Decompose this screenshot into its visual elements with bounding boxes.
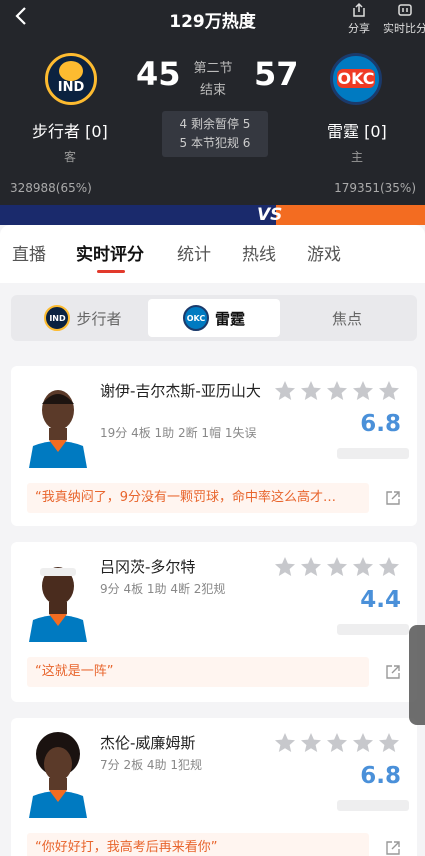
timeouts-line: 4 剩余暂停 5 bbox=[179, 117, 251, 131]
player-rating: 6.8 bbox=[360, 411, 401, 437]
player-avatar bbox=[25, 730, 91, 818]
period-status: 结束 bbox=[199, 83, 226, 98]
star-icon[interactable] bbox=[273, 731, 297, 755]
switch-focus[interactable]: 焦点 bbox=[283, 299, 411, 337]
player-stats: 19分 4板 1助 2断 1帽 1失误 bbox=[100, 426, 257, 440]
vs-label: VS bbox=[257, 205, 283, 225]
star-icon[interactable] bbox=[351, 555, 375, 579]
live-score-label: 实时比分 bbox=[383, 22, 425, 35]
away-score: 45 bbox=[136, 55, 181, 93]
star-icon[interactable] bbox=[273, 555, 297, 579]
pacers-mini-logo: IND bbox=[44, 305, 71, 331]
home-team-name: 雷霆 [0] bbox=[327, 122, 387, 141]
share-icon bbox=[353, 2, 365, 17]
external-link-icon[interactable] bbox=[385, 664, 401, 680]
switch-thunder-label: 雷霆 bbox=[214, 309, 245, 328]
away-vote-bar bbox=[0, 205, 277, 225]
player-stats: 7分 2板 4助 1犯规 bbox=[100, 758, 202, 772]
rating-stars[interactable] bbox=[273, 731, 401, 755]
tab-live[interactable]: 直播 bbox=[12, 240, 46, 265]
player-card[interactable]: 谢伊-吉尔杰斯-亚历山大 19分 4板 1助 2断 1帽 1失误 6.8 “我真… bbox=[11, 366, 417, 526]
hot-comment[interactable]: “你好好打，我高考后再来看你” bbox=[27, 833, 369, 856]
star-icon[interactable] bbox=[273, 379, 297, 403]
star-icon[interactable] bbox=[351, 731, 375, 755]
active-tab-indicator bbox=[97, 270, 125, 273]
tab-games[interactable]: 游戏 bbox=[307, 240, 341, 265]
rating-stars[interactable] bbox=[273, 555, 401, 579]
switch-pacers-label: 步行者 bbox=[76, 309, 122, 328]
player-rating: 6.8 bbox=[360, 763, 401, 789]
star-icon[interactable] bbox=[351, 379, 375, 403]
tab-stats[interactable]: 统计 bbox=[177, 240, 211, 265]
external-link-icon[interactable] bbox=[385, 490, 401, 506]
switch-thunder[interactable]: OKC 雷霆 bbox=[148, 299, 280, 337]
star-icon[interactable] bbox=[299, 379, 323, 403]
player-name: 杰伦-威廉姆斯 bbox=[100, 734, 196, 752]
external-link-icon[interactable] bbox=[385, 840, 401, 856]
tab-live-rating[interactable]: 实时评分 bbox=[76, 240, 144, 265]
hot-comment[interactable]: “这就是一阵” bbox=[27, 657, 369, 687]
player-avatar bbox=[25, 554, 91, 642]
fouls-line: 5 本节犯规 6 bbox=[179, 136, 251, 150]
star-icon[interactable] bbox=[325, 379, 349, 403]
scoreboard-icon bbox=[398, 4, 412, 16]
game-header: 129万热度 分享 实时比分 IND OKC 45 57 第二节 结束 步行者 … bbox=[0, 0, 425, 205]
rating-stars[interactable] bbox=[273, 379, 401, 403]
star-icon[interactable] bbox=[377, 555, 401, 579]
share-label: 分享 bbox=[348, 22, 370, 35]
star-icon[interactable] bbox=[325, 731, 349, 755]
share-button[interactable]: 分享 bbox=[344, 2, 374, 36]
vote-split-bar: VS bbox=[0, 205, 425, 225]
player-name: 吕冈茨-多尔特 bbox=[100, 558, 196, 576]
pacers-logo[interactable]: IND bbox=[45, 53, 97, 105]
player-rating: 4.4 bbox=[360, 587, 401, 613]
away-team-name: 步行者 [0] bbox=[32, 122, 108, 141]
star-icon[interactable] bbox=[299, 555, 323, 579]
live-score-button[interactable]: 实时比分 bbox=[379, 2, 425, 36]
content-panel: 直播 实时评分 统计 热线 游戏 IND 步行者 OKC 雷霆 焦点 谢伊-吉尔… bbox=[0, 225, 425, 856]
away-side-label: 客 bbox=[64, 150, 77, 164]
player-name: 谢伊-吉尔杰斯-亚历山大 bbox=[100, 382, 261, 400]
home-vote-count: 179351(35%) bbox=[334, 181, 416, 195]
away-vote-count: 328988(65%) bbox=[10, 181, 92, 195]
home-score: 57 bbox=[254, 55, 299, 93]
tab-hotline[interactable]: 热线 bbox=[242, 240, 276, 265]
pacers-logo-text: IND bbox=[57, 80, 85, 95]
switch-focus-label: 焦点 bbox=[331, 309, 362, 328]
thunder-logo-text: OKC bbox=[337, 69, 375, 88]
game-info-box: 4 剩余暂停 5 5 本节犯规 6 bbox=[162, 111, 268, 157]
player-stats: 9分 4板 1助 4断 2犯规 bbox=[100, 582, 226, 596]
switch-pacers[interactable]: IND 步行者 bbox=[19, 299, 147, 337]
hot-comment[interactable]: “我真纳闷了，9分没有一颗罚球，命中率这么高才… bbox=[27, 483, 369, 513]
player-card[interactable]: 吕冈茨-多尔特 9分 4板 1助 4断 2犯规 4.4 “这就是一阵” bbox=[11, 542, 417, 702]
star-icon[interactable] bbox=[377, 731, 401, 755]
player-card[interactable]: 杰伦-威廉姆斯 7分 2板 4助 1犯规 6.8 “你好好打，我高考后再来看你” bbox=[11, 718, 417, 856]
thunder-logo[interactable]: OKC bbox=[330, 53, 382, 105]
star-icon[interactable] bbox=[325, 555, 349, 579]
team-switcher: IND 步行者 OKC 雷霆 焦点 bbox=[11, 295, 417, 341]
top-bar: 129万热度 分享 实时比分 bbox=[0, 0, 425, 38]
side-drawer-handle[interactable] bbox=[409, 625, 425, 725]
player-avatar bbox=[25, 380, 91, 468]
star-icon[interactable] bbox=[299, 731, 323, 755]
period-label: 第二节 bbox=[193, 61, 233, 76]
home-side-label: 主 bbox=[351, 150, 364, 164]
thunder-mini-logo: OKC bbox=[182, 305, 209, 331]
star-icon[interactable] bbox=[377, 379, 401, 403]
home-vote-bar bbox=[276, 205, 425, 225]
tab-bar: 直播 实时评分 统计 热线 游戏 bbox=[0, 225, 425, 283]
